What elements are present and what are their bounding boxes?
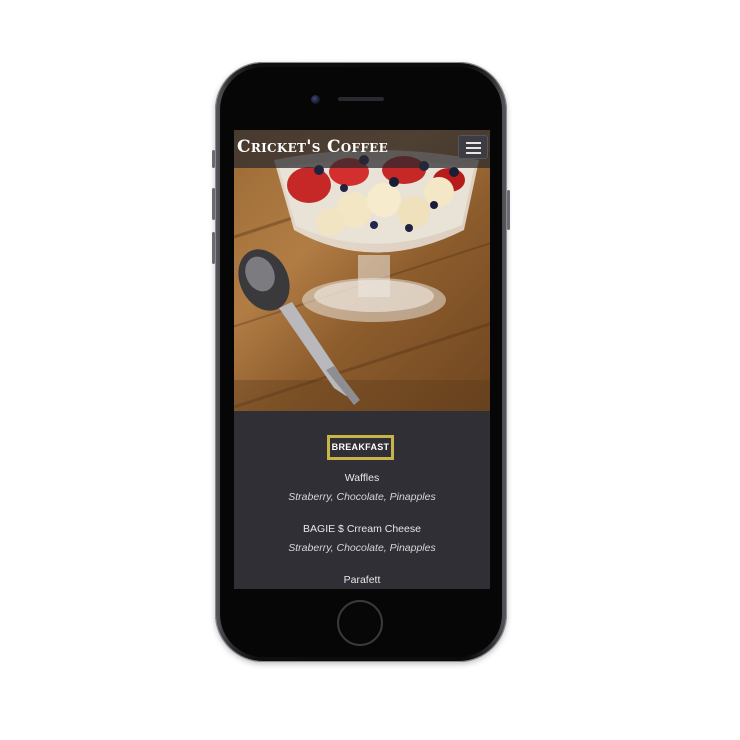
brand-logo-text[interactable]: Cricket's Coffee (237, 137, 388, 157)
phone-screen: Cricket's Coffee BREAKFAST Waffles Strab… (234, 130, 490, 589)
hero-image (234, 130, 490, 411)
phone-power-button (507, 190, 510, 230)
phone-volume-down (212, 232, 215, 264)
hamburger-menu-icon (466, 152, 481, 154)
phone-mute-switch (212, 150, 215, 168)
earpiece-speaker (338, 97, 384, 101)
menu-toggle-button[interactable] (458, 135, 488, 159)
front-camera (311, 95, 320, 104)
menu-item-description: Straberry, Chocolate, Pinapples (288, 542, 436, 554)
menu-item-name: Parafett (343, 574, 381, 586)
menu-item-name: Waffles (344, 472, 380, 484)
menu-item-description: Straberry, Chocolate, Pinapples (288, 491, 436, 503)
breakfast-menu-section: BREAKFAST Waffles Straberry, Chocolate, … (234, 411, 490, 589)
section-title-breakfast: BREAKFAST (327, 435, 394, 460)
parfait-photo-illustration (234, 150, 490, 411)
hamburger-menu-icon (466, 147, 481, 149)
home-button[interactable] (337, 600, 383, 646)
navbar: Cricket's Coffee (234, 130, 490, 168)
hamburger-menu-icon (466, 142, 481, 144)
phone-volume-up (212, 188, 215, 220)
menu-item-name: BAGIE $ Crream Cheese (303, 523, 421, 535)
